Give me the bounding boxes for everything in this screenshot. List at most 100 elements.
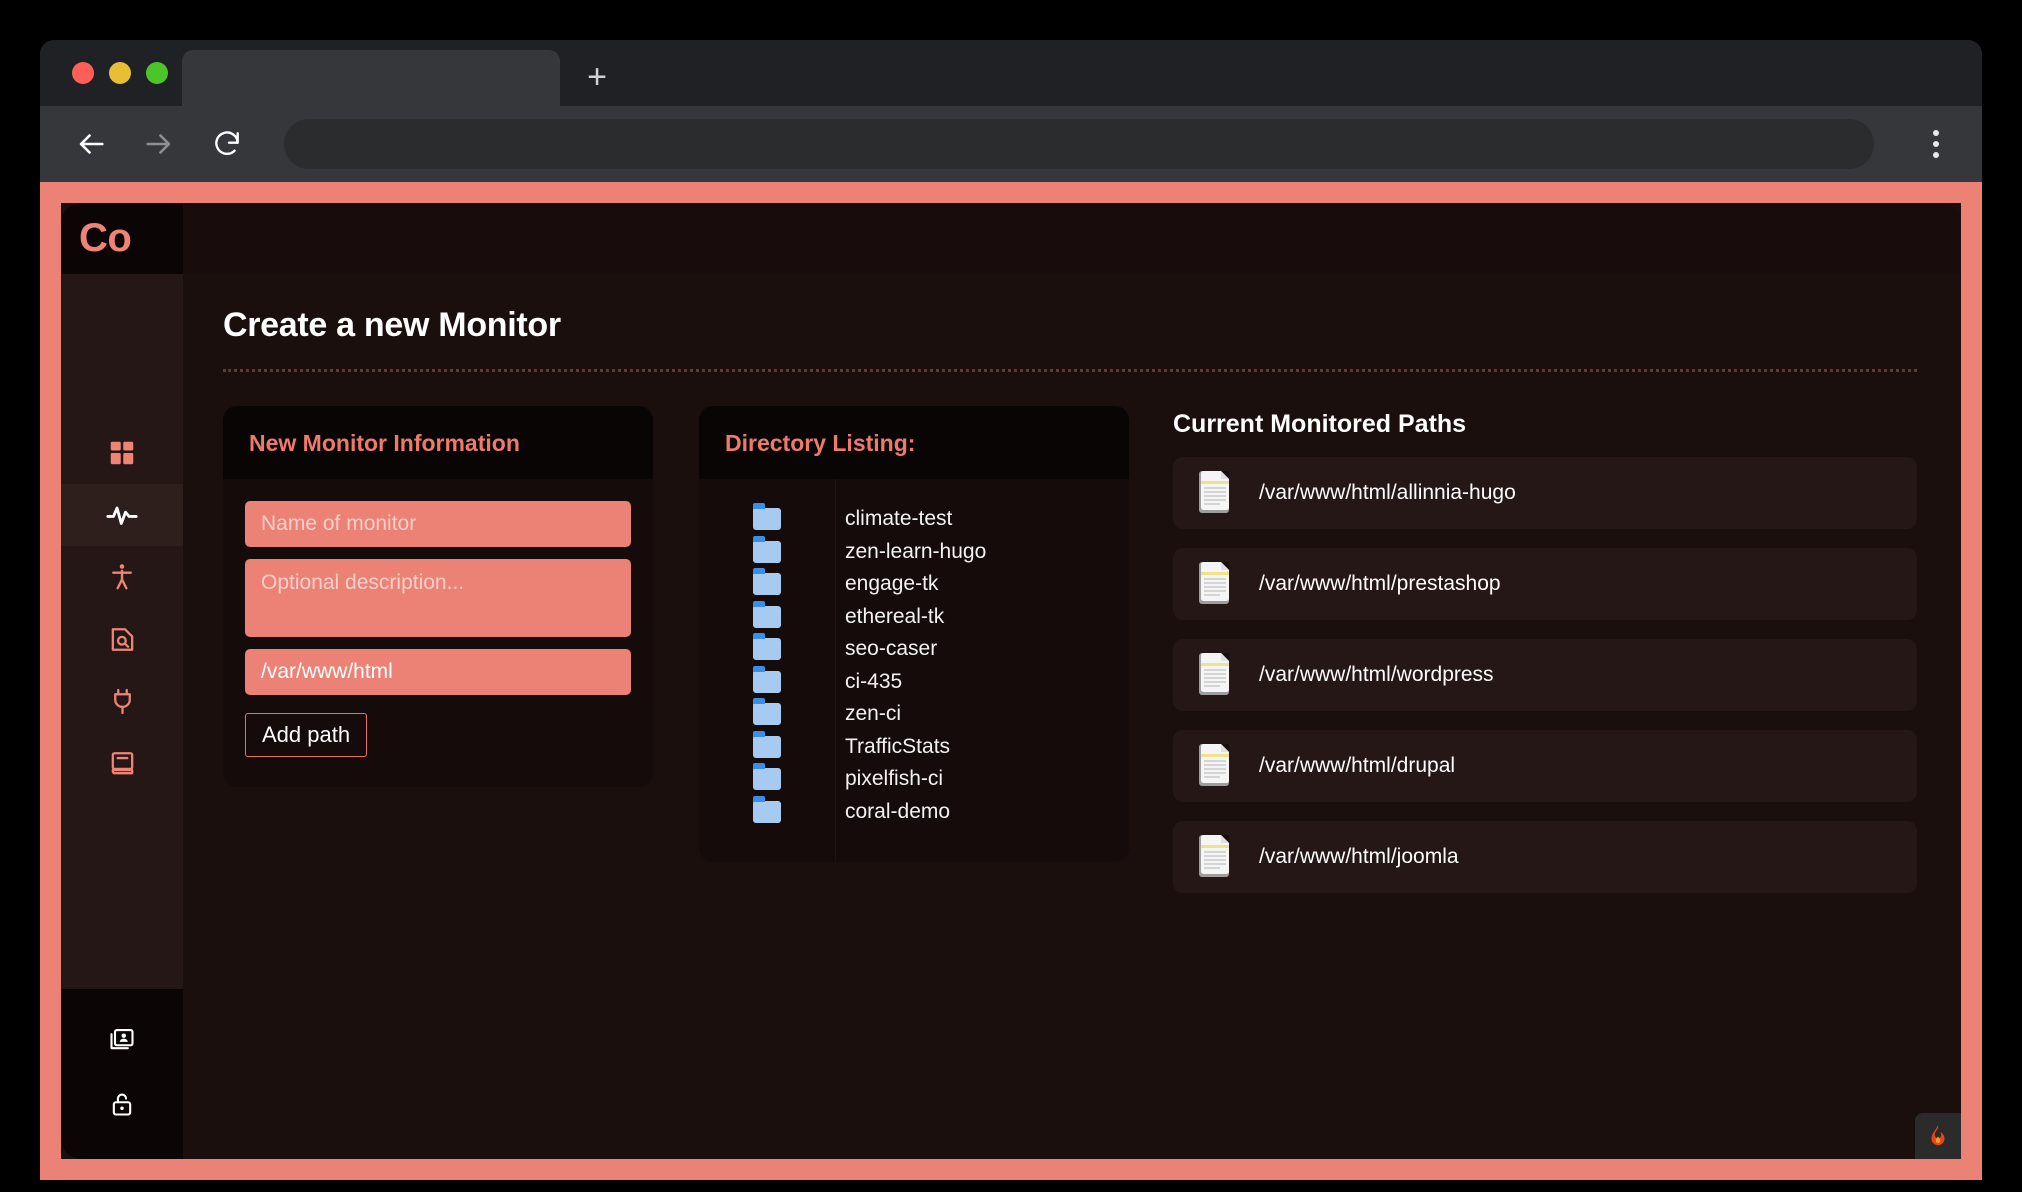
monitored-path-text: /var/www/html/prestashop (1259, 572, 1501, 596)
monitored-path-text: /var/www/html/allinnia-hugo (1259, 481, 1516, 505)
list-item[interactable]: ci-435 (699, 666, 1129, 699)
book-icon (108, 749, 137, 778)
page-viewport: Co (40, 182, 1982, 1180)
monitored-path-text: /var/www/html/joomla (1259, 845, 1459, 869)
browser-tab-strip: + (40, 40, 1982, 106)
app-logo[interactable]: Co (61, 203, 183, 274)
list-item[interactable]: climate-test (699, 503, 1129, 536)
directory-entry-name: coral-demo (835, 800, 950, 824)
back-arrow-icon (74, 127, 108, 161)
monitored-path-text: /var/www/html/drupal (1259, 754, 1455, 778)
window-controls (62, 40, 182, 106)
accessibility-person-icon (107, 562, 137, 592)
sidebar-nav (61, 422, 183, 794)
folder-icon (699, 671, 835, 693)
document-page-icon (1195, 560, 1237, 608)
list-item[interactable]: coral-demo (699, 796, 1129, 829)
grid-dashboard-icon (107, 438, 137, 468)
sidebar-bottom-nav (61, 989, 183, 1159)
title-divider (223, 369, 1917, 372)
document-page-icon (1195, 742, 1237, 790)
sidebar-item-integrations[interactable] (61, 670, 183, 732)
sidebar-spacer (61, 274, 183, 422)
monitored-path-text: /var/www/html/wordpress (1259, 663, 1494, 687)
sidebar-item-reports[interactable] (61, 732, 183, 794)
folder-icon (699, 573, 835, 595)
list-item[interactable]: pixelfish-ci (699, 763, 1129, 796)
sidebar-item-security[interactable] (61, 1079, 183, 1129)
activity-pulse-icon (105, 498, 139, 532)
list-item[interactable]: zen-ci (699, 698, 1129, 731)
new-tab-button[interactable]: + (574, 54, 620, 100)
user-card-icon (108, 1026, 136, 1054)
monitor-path-input[interactable] (245, 649, 631, 695)
document-search-icon (108, 625, 137, 654)
new-monitor-card-title: New Monitor Information (223, 406, 653, 479)
directory-entry-name: zen-ci (835, 702, 901, 726)
sidebar-item-dashboard[interactable] (61, 422, 183, 484)
monitored-paths-title: Current Monitored Paths (1173, 410, 1917, 439)
document-page-icon (1195, 469, 1237, 517)
sidebar-item-document-scan[interactable] (61, 608, 183, 670)
page-content: Create a new Monitor New Monitor Informa… (183, 274, 1961, 1159)
table-row[interactable]: /var/www/html/drupal (1173, 730, 1917, 802)
back-button[interactable] (70, 123, 112, 165)
new-monitor-card: New Monitor Information Add path (223, 406, 653, 787)
minimize-window-button[interactable] (109, 62, 131, 84)
kebab-dot-2 (1933, 141, 1939, 147)
browser-toolbar (40, 106, 1982, 182)
add-path-button[interactable]: Add path (245, 713, 367, 757)
forward-arrow-icon (142, 127, 176, 161)
address-bar[interactable] (284, 119, 1874, 169)
forward-button[interactable] (138, 123, 180, 165)
monitor-name-input[interactable] (245, 501, 631, 547)
new-monitor-card-body: Add path (223, 479, 653, 787)
list-item[interactable]: engage-tk (699, 568, 1129, 601)
sidebar: Co (61, 203, 183, 1159)
folder-icon (699, 638, 835, 660)
directory-entry-name: climate-test (835, 507, 952, 531)
browser-window: + (40, 40, 1982, 1180)
directory-entry-name: zen-learn-hugo (835, 540, 986, 564)
table-row[interactable]: /var/www/html/prestashop (1173, 548, 1917, 620)
monitor-description-input[interactable] (245, 559, 631, 637)
page-title: Create a new Monitor (223, 306, 1917, 345)
new-tab-label: + (587, 60, 607, 94)
folder-icon (699, 736, 835, 758)
maximize-window-button[interactable] (146, 62, 168, 84)
folder-icon (699, 541, 835, 563)
folder-icon (699, 801, 835, 823)
table-row[interactable]: /var/www/html/allinnia-hugo (1173, 457, 1917, 529)
directory-entry-name: seo-caser (835, 637, 937, 661)
list-item[interactable]: ethereal-tk (699, 601, 1129, 634)
list-item[interactable]: seo-caser (699, 633, 1129, 666)
kebab-dot-3 (1933, 152, 1939, 158)
document-page-icon (1195, 833, 1237, 881)
kebab-dot-1 (1933, 130, 1939, 136)
app-shell: Co (61, 203, 1961, 1159)
directory-entry-name: ethereal-tk (835, 605, 944, 629)
reload-button[interactable] (206, 123, 248, 165)
table-row[interactable]: /var/www/html/wordpress (1173, 639, 1917, 711)
sidebar-item-accessibility[interactable] (61, 546, 183, 608)
monitored-paths-panel: Current Monitored Paths (1173, 406, 1917, 912)
directory-listing-body: climate-test zen-learn-hugo engage-tk (699, 479, 1129, 862)
browser-tab[interactable] (182, 50, 560, 106)
list-item[interactable]: TrafficStats (699, 731, 1129, 764)
folder-icon (699, 508, 835, 530)
close-window-button[interactable] (72, 62, 94, 84)
plug-icon (108, 687, 137, 716)
flame-icon (1925, 1123, 1951, 1149)
app-topbar (183, 203, 1961, 274)
directory-listing-card: Directory Listing: climate-test zen-lear… (699, 406, 1129, 862)
table-row[interactable]: /var/www/html/joomla (1173, 821, 1917, 893)
folder-icon (699, 703, 835, 725)
app-logo-text: Co (79, 216, 131, 261)
directory-entry-name: pixelfish-ci (835, 767, 943, 791)
list-item[interactable]: zen-learn-hugo (699, 536, 1129, 569)
sidebar-item-monitors[interactable] (61, 484, 183, 546)
flame-badge[interactable] (1915, 1113, 1961, 1159)
browser-menu-button[interactable] (1914, 122, 1958, 166)
folder-icon (699, 606, 835, 628)
sidebar-item-account[interactable] (61, 1015, 183, 1065)
